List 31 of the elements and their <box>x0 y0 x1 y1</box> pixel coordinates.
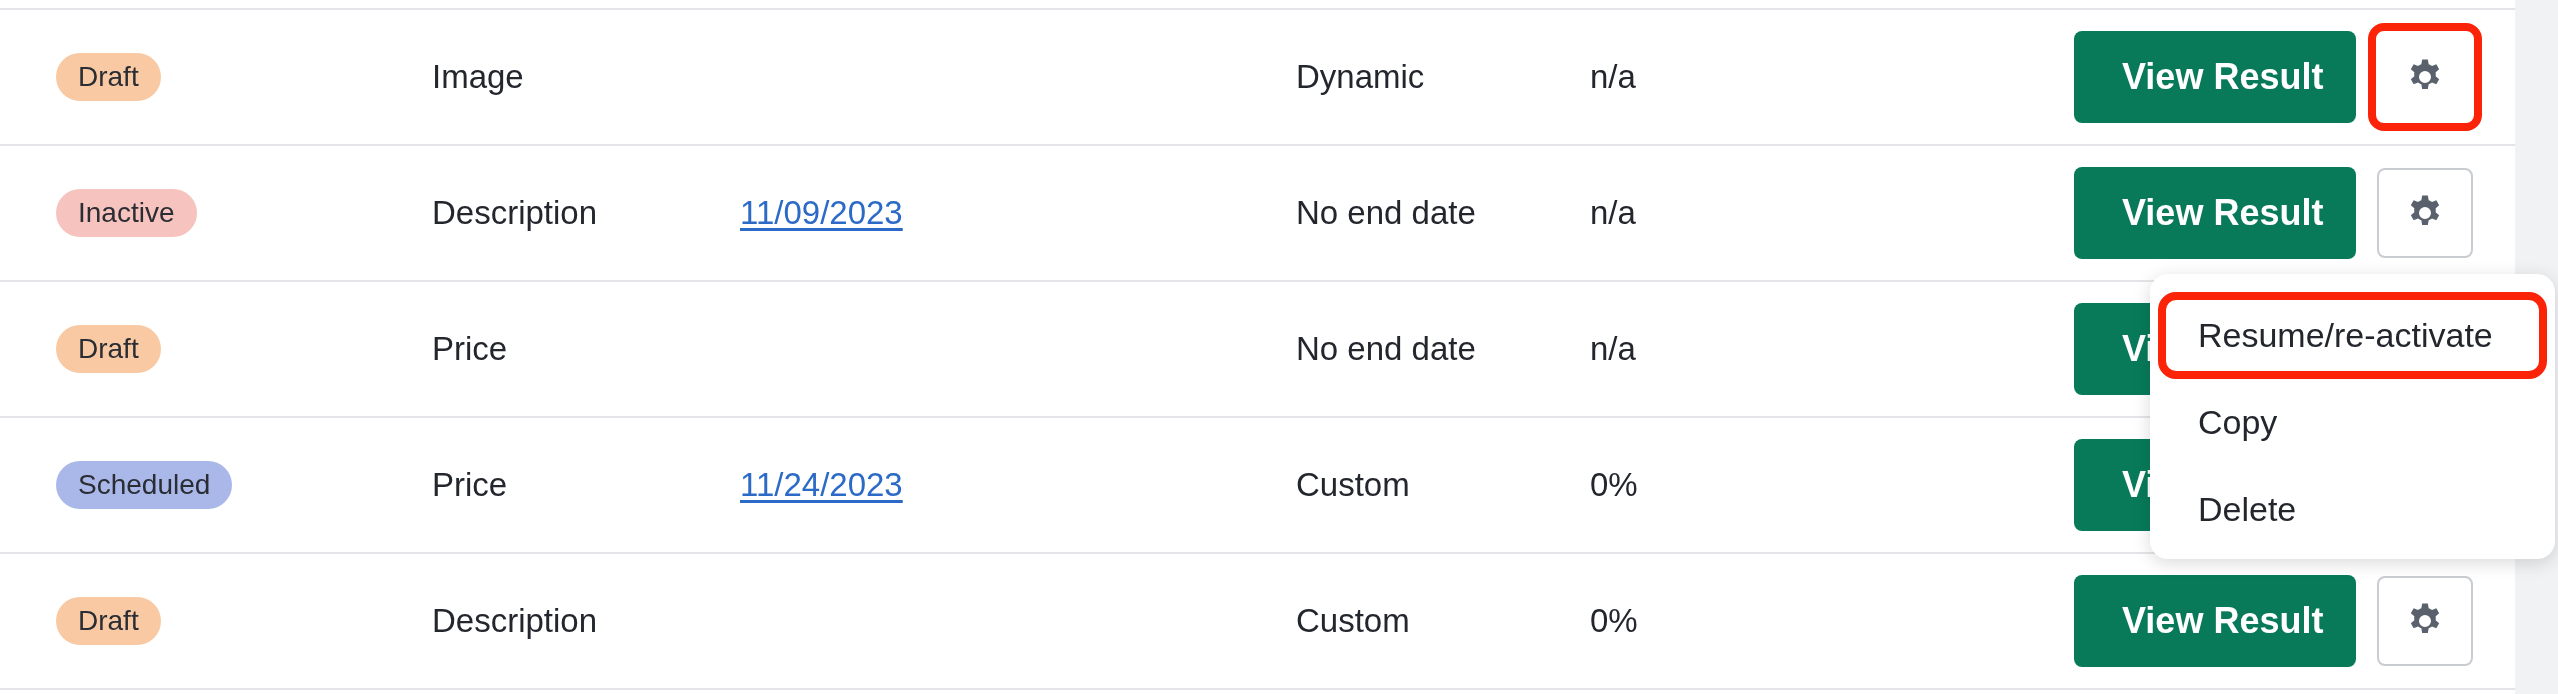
percent-text: n/a <box>1590 330 1636 367</box>
end-date-text: Custom <box>1296 466 1410 503</box>
type-text: Price <box>432 466 508 503</box>
type-text: Description <box>432 602 598 639</box>
menu-item[interactable]: Resume/re-activate <box>2158 292 2547 379</box>
end-date-text: Custom <box>1296 602 1410 639</box>
end-date-text: No end date <box>1296 330 1476 367</box>
menu-item[interactable]: Copy <box>2158 379 2547 466</box>
menu-item[interactable]: Delete <box>2158 466 2547 553</box>
status-badge: Draft <box>56 597 161 645</box>
settings-button[interactable] <box>2377 576 2473 666</box>
end-date-text: No end date <box>1296 194 1476 231</box>
date-link[interactable]: 11/09/2023 <box>740 194 903 231</box>
percent-text: n/a <box>1590 194 1636 231</box>
percent-text: 0% <box>1590 602 1638 639</box>
view-result-button[interactable]: View Result <box>2074 31 2356 123</box>
view-result-button[interactable]: View Result <box>2074 575 2356 667</box>
type-text: Description <box>432 194 598 231</box>
percent-text: 0% <box>1590 466 1638 503</box>
percent-text: n/a <box>1590 58 1636 95</box>
date-link[interactable]: 11/24/2023 <box>740 466 903 503</box>
view-result-button[interactable]: View Result <box>2074 167 2356 259</box>
status-badge: Draft <box>56 53 161 101</box>
settings-button[interactable] <box>2368 23 2482 131</box>
settings-button[interactable] <box>2377 168 2473 258</box>
end-date-text: Dynamic <box>1296 58 1425 95</box>
status-badge: Inactive <box>56 189 197 237</box>
status-badge: Draft <box>56 325 161 373</box>
status-badge: Scheduled <box>56 461 233 509</box>
type-text: Price <box>432 330 508 367</box>
type-text: Image <box>432 58 524 95</box>
